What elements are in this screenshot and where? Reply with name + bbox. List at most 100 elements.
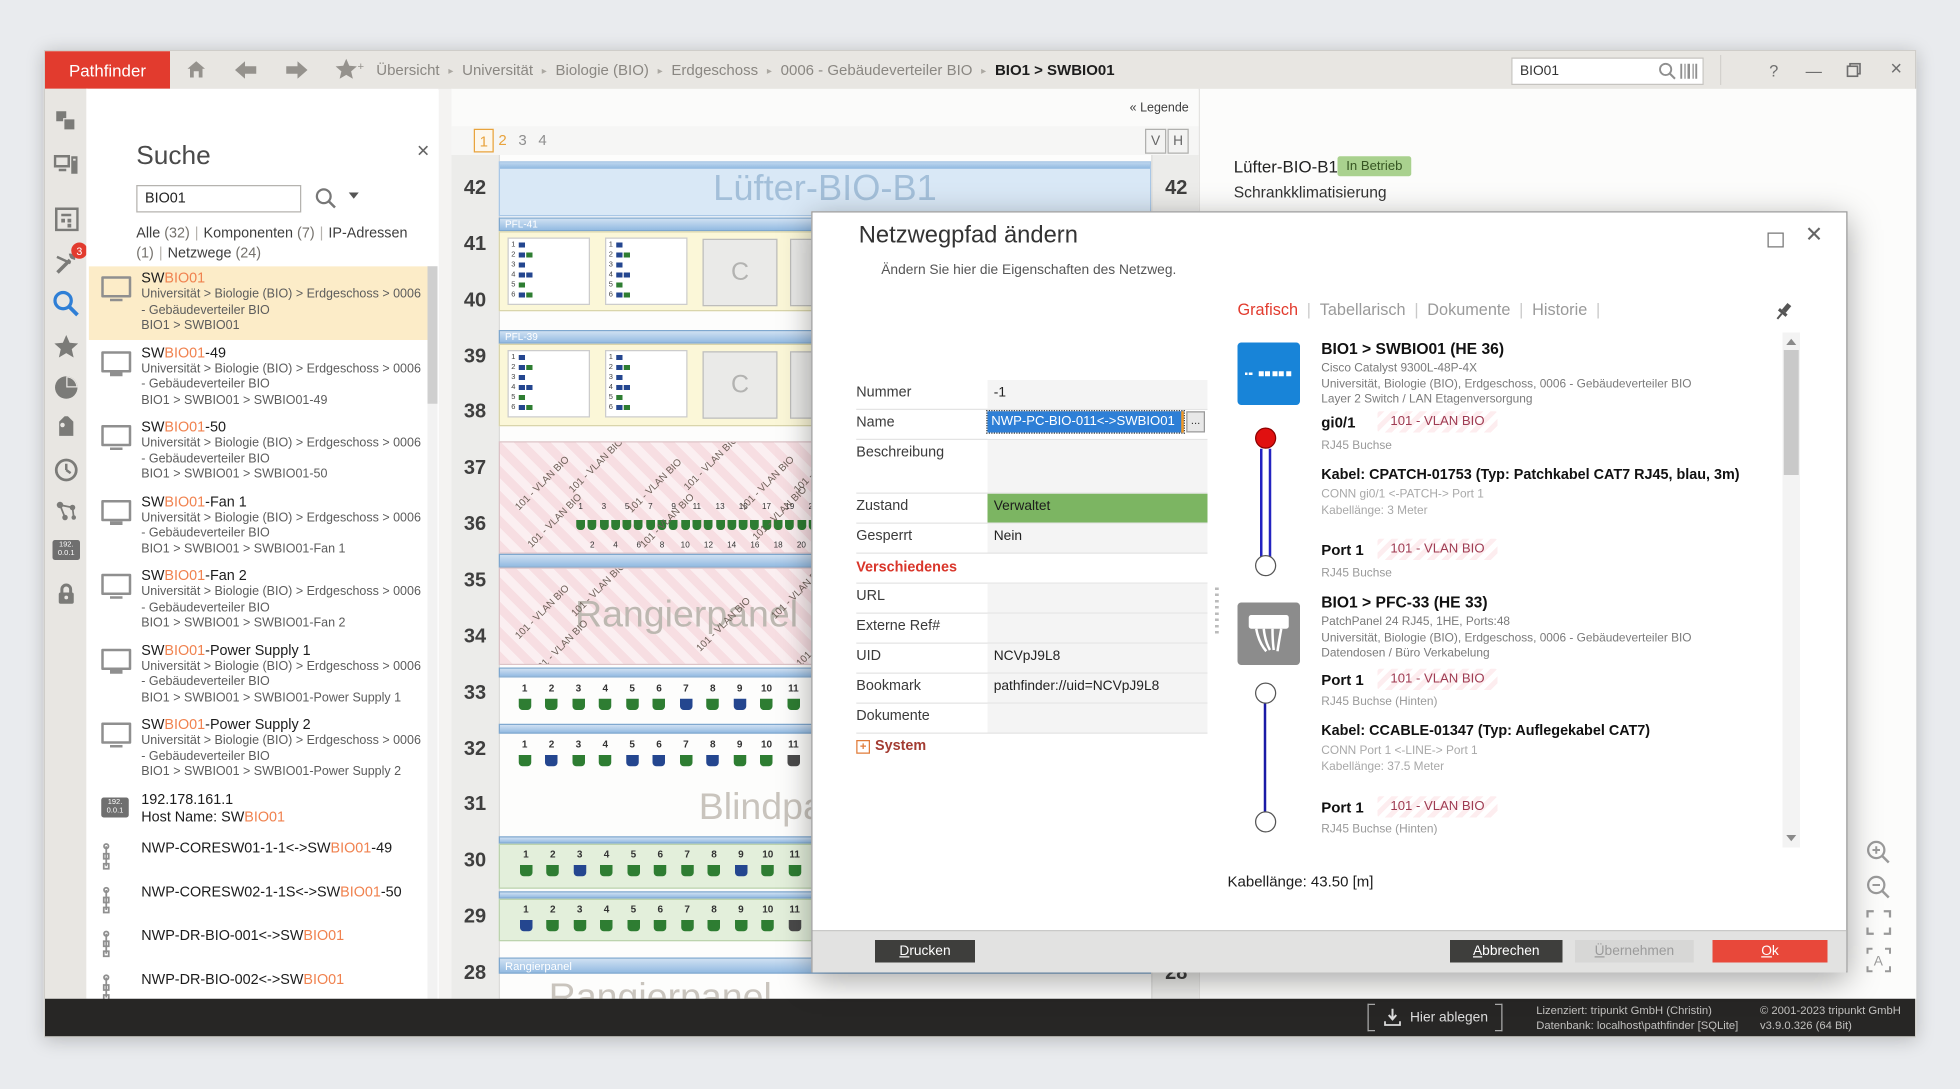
port-3[interactable]: 3 (566, 849, 593, 883)
vlan-port-20[interactable]: 20 (796, 503, 808, 551)
form-value[interactable]: Verwaltet (988, 494, 1208, 523)
help-button[interactable]: ? (1760, 58, 1788, 83)
home-icon[interactable] (183, 56, 211, 84)
vertical-button[interactable]: V (1145, 129, 1166, 154)
breadcrumb-item[interactable]: 0006 - Gebäudeverteiler BIO (781, 61, 973, 79)
port-3[interactable]: 3 (565, 683, 592, 717)
back-icon[interactable] (233, 56, 261, 84)
port-7[interactable]: 7 (674, 849, 701, 883)
zoom-out-icon[interactable] (1865, 874, 1895, 904)
system-label[interactable]: +System (856, 734, 926, 763)
tab-grafisch[interactable]: Grafisch (1238, 300, 1299, 319)
port-5[interactable]: 5 (619, 683, 646, 717)
breadcrumb-item[interactable]: Erdgeschoss (671, 61, 758, 79)
port-7[interactable]: 7 (673, 683, 700, 717)
port-1[interactable]: 1 (513, 904, 540, 938)
port-3[interactable]: 3 (565, 739, 592, 773)
search-options-caret-icon[interactable] (349, 193, 359, 199)
expand-icon[interactable]: + (856, 740, 870, 754)
port-8[interactable]: 8 (701, 904, 728, 938)
result-item[interactable]: SWBIO01-Power Supply 2Universität > Biol… (89, 713, 429, 786)
dialog-close-icon[interactable]: ✕ (1805, 223, 1823, 248)
result-item[interactable]: NWP-DR-BIO-001<->SWBIO01 (89, 919, 429, 962)
legend-link[interactable]: « Legende (1130, 101, 1189, 115)
form-value[interactable] (988, 704, 1208, 733)
vlan-port-3[interactable]: 3 (598, 503, 610, 551)
port-10[interactable]: 10 (753, 683, 780, 717)
filter-alle[interactable]: Alle (32) (136, 226, 190, 241)
rack-page-4[interactable]: 4 (534, 129, 552, 150)
name-input-selected[interactable]: NWP-PC-BIO-011<->SWBIO01 (988, 411, 1184, 432)
vlan-port-2[interactable]: 2 (587, 503, 599, 551)
sidebar-close-icon[interactable]: ✕ (416, 141, 430, 161)
filter-komponenten[interactable]: Komponenten (7) (204, 226, 315, 241)
forward-icon[interactable] (283, 56, 311, 84)
port-10[interactable]: 10 (753, 739, 780, 773)
global-search-input[interactable] (1518, 60, 1658, 83)
port-10[interactable]: 10 (754, 904, 781, 938)
ip-addresses-icon[interactable]: 192.0.0.1 (51, 535, 81, 565)
filter-netzwege[interactable]: Netzwege (24) (168, 246, 261, 261)
port-11[interactable]: 11 (781, 849, 808, 883)
app-logo[interactable]: Pathfinder (45, 51, 170, 89)
sidebar-search-icon[interactable] (314, 186, 338, 216)
breadcrumb-item[interactable]: Übersicht (376, 61, 439, 79)
sidebar-search-input[interactable] (143, 188, 298, 211)
sidebar-scrollbar[interactable] (428, 266, 438, 1029)
port-9[interactable]: 9 (726, 683, 753, 717)
graph-port-name[interactable]: Port 1 (1321, 671, 1364, 689)
port-7[interactable]: 7 (674, 904, 701, 938)
port-11[interactable]: 11 (781, 904, 808, 938)
search-rail-icon[interactable] (51, 289, 81, 319)
add-favorite-icon[interactable]: + (333, 56, 368, 84)
breadcrumb-item[interactable]: Universität (462, 61, 533, 79)
port-4[interactable]: 4 (592, 683, 619, 717)
lock-icon[interactable] (51, 579, 81, 609)
port-6[interactable]: 6 (647, 849, 674, 883)
port-4[interactable]: 4 (593, 849, 620, 883)
tags-icon[interactable] (51, 414, 81, 444)
port-1[interactable]: 1 (513, 849, 540, 883)
graph-scrollbar-thumb[interactable] (1784, 350, 1799, 475)
statistics-icon[interactable] (51, 373, 81, 403)
form-value[interactable]: Nein (988, 524, 1208, 553)
horizontal-button[interactable]: H (1168, 129, 1189, 154)
browse-button[interactable]: ... (1186, 411, 1205, 432)
zoom-in-icon[interactable] (1865, 839, 1895, 869)
form-value[interactable] (988, 440, 1208, 493)
port-marker-red[interactable] (1254, 427, 1275, 448)
port-2[interactable]: 2 (538, 683, 565, 717)
history-icon[interactable] (51, 455, 81, 485)
port-marker[interactable] (1254, 554, 1275, 575)
port-1[interactable]: 1 (511, 739, 538, 773)
graph-device-title[interactable]: BIO1 > PFC-33 (HE 33) (1321, 594, 1809, 612)
form-value[interactable] (988, 614, 1208, 643)
form-value[interactable] (988, 584, 1208, 613)
port-8[interactable]: 8 (701, 849, 728, 883)
vlan-port-1[interactable]: 1 (575, 503, 587, 551)
form-value[interactable]: NCVpJ9L8 (988, 644, 1208, 673)
result-item[interactable]: NWP-CORESW02-1-1S<->SWBIO01-50 (89, 876, 429, 919)
graph-cable-title[interactable]: Kabel: CPATCH-01753 (Typ: Patchkabel CAT… (1321, 468, 1811, 483)
vlan-port-13[interactable]: 13 (714, 503, 726, 551)
port-1[interactable]: 1 (511, 683, 538, 717)
barcode-icon[interactable] (1680, 63, 1698, 87)
form-value[interactable]: pathfinder://uid=NCVpJ9L8 (988, 674, 1208, 703)
tab-dokumente[interactable]: Dokumente (1427, 300, 1510, 319)
result-item[interactable]: SWBIO01-Fan 2Universität > Biologie (BIO… (89, 564, 429, 637)
form-value[interactable]: -1 (988, 380, 1208, 409)
tab-historie[interactable]: Historie (1532, 300, 1587, 319)
scroll-up-icon[interactable] (1786, 339, 1796, 345)
port-5[interactable]: 5 (620, 849, 647, 883)
port-5[interactable]: 5 (620, 904, 647, 938)
result-item[interactable]: SWBIO01-Fan 1Universität > Biologie (BIO… (89, 489, 429, 562)
port-3[interactable]: 3 (566, 904, 593, 938)
port-8[interactable]: 8 (699, 739, 726, 773)
topology-icon[interactable] (51, 496, 81, 526)
graph-port-name[interactable]: Port 1 (1321, 799, 1364, 817)
rack-page-3[interactable]: 3 (514, 129, 532, 150)
port-9[interactable]: 9 (726, 739, 753, 773)
graph-device-title[interactable]: BIO1 > SWBIO01 (HE 36) (1321, 340, 1809, 358)
graph-port-name[interactable]: Port 1 (1321, 541, 1364, 559)
port-7[interactable]: 7 (673, 739, 700, 773)
